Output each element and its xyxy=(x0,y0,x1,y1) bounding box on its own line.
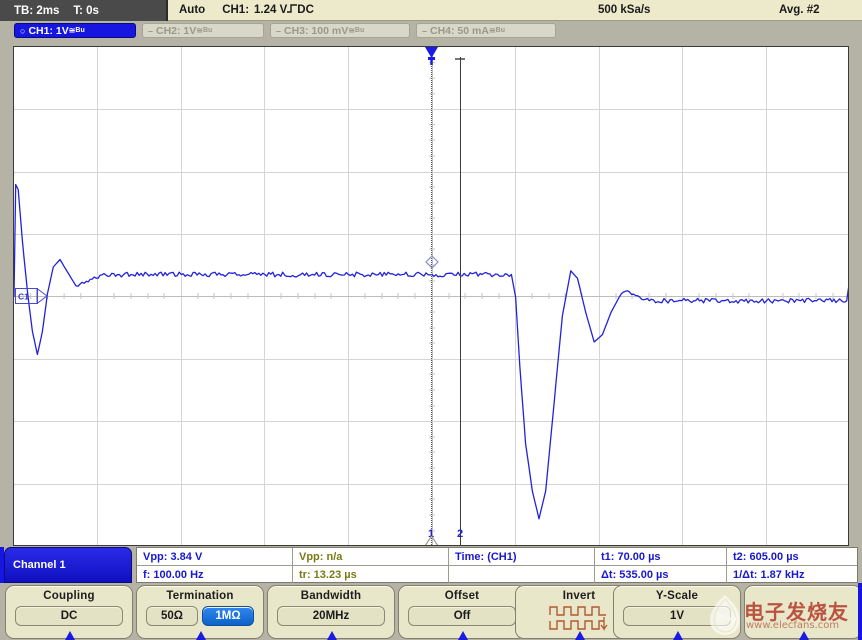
cursor-1-line[interactable] xyxy=(431,47,432,546)
active-channel-box[interactable]: Channel 1 xyxy=(4,547,132,583)
active-channel-label: Channel 1 xyxy=(13,559,66,571)
top-status-bar: TB: 2ms T: 0s Auto CH1: 1.24 V DC 500 kS… xyxy=(0,0,862,21)
trigger-mode[interactable]: Auto xyxy=(168,4,205,16)
trigger-status-group: Auto CH1: 1.24 V DC 500 kSa/s Avg. #2 Ru… xyxy=(168,0,862,21)
measurement-t2[interactable]: t2: 605.00 µs xyxy=(727,548,857,566)
measurement-freq[interactable]: f: 100.00 Hz xyxy=(137,566,293,584)
softkey-offset[interactable]: Offset Off xyxy=(398,585,526,639)
softkey-termination-option-1mohm[interactable]: 1MΩ xyxy=(202,606,254,626)
softkey-coupling-title: Coupling xyxy=(43,590,94,602)
channel-unit-sub: u xyxy=(360,27,364,34)
cursor-2-handle[interactable] xyxy=(455,55,466,63)
softkey-yscale[interactable]: Y-Scale 1V xyxy=(613,585,741,639)
channel-tab-ch4[interactable]: – CH4: 50 mA ≅ B u xyxy=(416,23,556,38)
softkey-offset-title: Offset xyxy=(445,590,479,602)
measurement-panel: Channel 1 Vpp: 3.84 V Vpp: n/a Time: (CH… xyxy=(0,547,862,583)
acquisition-mode[interactable]: Avg. #2 xyxy=(779,4,819,16)
softkey-bar: Coupling DC Termination 50Ω 1MΩ Bandwidt… xyxy=(0,583,862,640)
svg-text:C1: C1 xyxy=(18,292,29,302)
softkey-offset-option-off[interactable]: Off xyxy=(408,606,516,626)
channel-unit-sub: u xyxy=(80,27,84,34)
ch1-ground-marker-icon[interactable]: C1 xyxy=(15,288,49,304)
trigger-source[interactable]: CH1: xyxy=(205,4,249,16)
softkey-coupling-option-dc[interactable]: DC xyxy=(15,606,123,626)
sample-rate: 500 kSa/s xyxy=(598,4,650,16)
measurement-risetime[interactable]: tr: 13.23 µs xyxy=(293,566,449,584)
channel-tab-ch1[interactable]: ○ CH1: 1V ≅ B u xyxy=(14,23,136,38)
channel-tab-ch4-label: CH4: 50 mA xyxy=(430,25,489,37)
trigger-position-marker-icon[interactable] xyxy=(424,47,439,65)
channel-on-icon: ○ xyxy=(20,26,25,36)
waveform-display[interactable]: 1 2 C1 xyxy=(13,46,849,546)
channel-unit-sub: u xyxy=(501,27,505,34)
channel-coupling-icon: ≅ xyxy=(348,26,355,35)
channel-tab-ch3[interactable]: – CH3: 100 mV ≅ B u xyxy=(270,23,410,38)
trigger-coupling[interactable]: DC xyxy=(297,4,314,16)
trigger-position-bottom-icon xyxy=(424,536,439,546)
measurement-vpp-ch1[interactable]: Vpp: 3.84 V xyxy=(137,548,293,566)
channel-off-icon: – xyxy=(148,26,153,36)
measurement-delta-t[interactable]: Δt: 535.00 µs xyxy=(595,566,727,584)
channel-tab-ch3-label: CH3: 100 mV xyxy=(284,25,348,37)
softkey-yscale-title: Y-Scale xyxy=(656,590,698,602)
softkey-invert-title: Invert xyxy=(563,590,596,602)
right-blue-rail xyxy=(858,583,862,640)
channel-off-icon: – xyxy=(422,26,427,36)
measurement-vpp-other[interactable]: Vpp: n/a xyxy=(293,548,449,566)
softkey-active-indicator xyxy=(196,631,206,640)
softkey-coupling-options: DC xyxy=(15,606,123,626)
softkey-yscale-option-1v[interactable]: 1V xyxy=(623,606,731,626)
cursor-2-label: 2 xyxy=(457,528,463,540)
trigger-level-marker-icon[interactable] xyxy=(425,255,439,269)
channel-coupling-icon: ≅ xyxy=(489,26,496,35)
channel-tab-ch1-label: CH1: 1V xyxy=(28,25,68,37)
invert-waveform-icon xyxy=(548,604,610,632)
softkey-yscale-options: 1V xyxy=(623,606,731,626)
timebase-value[interactable]: TB: 2ms xyxy=(0,5,59,17)
channel-unit-sub: u xyxy=(208,27,212,34)
softkey-bandwidth[interactable]: Bandwidth 20MHz xyxy=(267,585,395,639)
channel-tab-ch2[interactable]: – CH2: 1V ≅ B u xyxy=(142,23,264,38)
cursor-2-line[interactable] xyxy=(460,57,461,546)
softkey-termination-title: Termination xyxy=(166,590,233,602)
measurement-time-empty xyxy=(449,566,595,584)
softkey-termination[interactable]: Termination 50Ω 1MΩ xyxy=(136,585,264,639)
trigger-level[interactable]: 1.24 V xyxy=(249,4,287,16)
oscilloscope-screen: TB: 2ms T: 0s Auto CH1: 1.24 V DC 500 kS… xyxy=(0,0,862,640)
softkey-active-indicator xyxy=(327,631,337,640)
measurement-time-src[interactable]: Time: (CH1) xyxy=(449,548,595,566)
trigger-delay-value[interactable]: T: 0s xyxy=(59,5,99,17)
measurement-grid: Vpp: 3.84 V Vpp: n/a Time: (CH1) t1: 70.… xyxy=(136,547,858,583)
measurement-inv-delta-t[interactable]: 1/Δt: 1.87 kHz xyxy=(727,566,857,584)
softkey-active-indicator xyxy=(799,631,809,640)
channel-off-icon: – xyxy=(276,26,281,36)
softkey-active-indicator xyxy=(458,631,468,640)
trigger-slope-icon xyxy=(287,4,297,17)
softkey-offset-options: Off xyxy=(408,606,516,626)
softkey-termination-option-50ohm[interactable]: 50Ω xyxy=(146,606,198,626)
channel-tab-bar: ○ CH1: 1V ≅ B u – CH2: 1V ≅ B u – CH3: 1… xyxy=(0,21,862,40)
softkey-active-indicator xyxy=(673,631,683,640)
softkey-coupling[interactable]: Coupling DC xyxy=(5,585,133,639)
channel-coupling-icon: ≅ xyxy=(196,26,203,35)
measurement-t1[interactable]: t1: 70.00 µs xyxy=(595,548,727,566)
softkey-bandwidth-options: 20MHz xyxy=(277,606,385,626)
channel-tab-ch2-label: CH2: 1V xyxy=(156,25,196,37)
timebase-group: TB: 2ms T: 0s xyxy=(0,0,168,21)
softkey-more[interactable] xyxy=(744,585,862,639)
softkey-bandwidth-option-20mhz[interactable]: 20MHz xyxy=(277,606,385,626)
softkey-bandwidth-title: Bandwidth xyxy=(301,590,362,602)
softkey-termination-options: 50Ω 1MΩ xyxy=(146,606,254,626)
softkey-active-indicator xyxy=(575,631,585,640)
softkey-active-indicator xyxy=(65,631,75,640)
channel-coupling-icon: ≅ xyxy=(69,26,76,35)
